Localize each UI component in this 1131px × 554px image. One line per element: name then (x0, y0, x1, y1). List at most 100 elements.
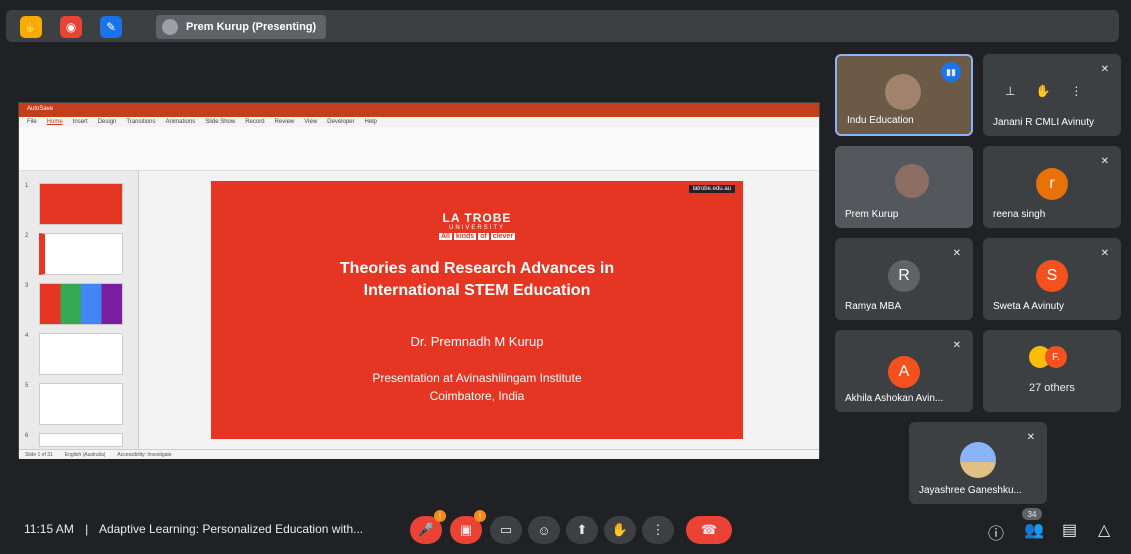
more-options-button[interactable]: ⋮ (642, 516, 674, 544)
ppt-ribbon-tabs: File Home Insert Design Transitions Anim… (19, 117, 819, 127)
tagline-kinds: kinds (453, 233, 477, 240)
speaking-icon: ▮▮ (941, 62, 961, 82)
main-slide: latrobe.edu.au LA TROBE UNIVERSITY All k… (211, 181, 743, 439)
mic-off-icon: ✕ (1100, 64, 1109, 75)
more-icon[interactable]: ⋮ (1070, 84, 1082, 98)
participant-name: Jayashree Ganeshku... (919, 485, 1022, 496)
logo-line1: LA TROBE (442, 211, 512, 225)
hand-icon[interactable]: ✋ (1035, 84, 1050, 98)
captions-button[interactable]: ▭ (490, 516, 522, 544)
avatar (960, 442, 996, 478)
ribbon-tab[interactable]: File (27, 119, 37, 125)
hang-up-icon: ☎ (700, 522, 718, 537)
edit-icon[interactable]: ✎ (100, 16, 122, 38)
participant-tile[interactable]: ✕ A Akhila Ashokan Avin... (835, 330, 973, 412)
slide-thumb[interactable] (39, 383, 123, 425)
thumb-number: 3 (25, 283, 29, 289)
mic-off-icon: ✕ (952, 340, 961, 351)
present-button[interactable]: ⬆ (566, 516, 598, 544)
ribbon-tab[interactable]: Help (365, 119, 377, 125)
leave-call-button[interactable]: ☎ (686, 516, 732, 544)
separator: | (85, 522, 89, 536)
more-vert-icon: ⋮ (651, 522, 665, 537)
ribbon-tab[interactable]: Insert (73, 119, 88, 125)
tile-controls: ⊥ ✋ ⋮ (1005, 84, 1082, 98)
ribbon-tab[interactable]: View (304, 119, 317, 125)
tagline-clever: clever (490, 233, 516, 240)
ribbon-tab[interactable]: Developer (327, 119, 354, 125)
record-icon[interactable]: ◉ (60, 16, 82, 38)
thumb-number: 1 (25, 183, 29, 189)
presenter-label: Prem Kurup (Presenting) (186, 21, 317, 33)
camera-button[interactable]: ▣ ! (450, 510, 486, 544)
accessibility-status[interactable]: Accessibility: Investigate (117, 452, 171, 458)
participant-tile[interactable]: ▮▮ Indu Education (835, 54, 973, 136)
tagline-all: All (438, 233, 452, 240)
participant-tile[interactable]: ✕ Jayashree Ganeshku... (909, 422, 1047, 504)
mic-button[interactable]: 🎤 ! (410, 510, 446, 544)
participant-tile[interactable]: ✕ R Ramya MBA (835, 238, 973, 320)
participant-tile[interactable]: Prem Kurup (835, 146, 973, 228)
others-tile[interactable]: F. 27 others (983, 330, 1121, 412)
ribbon-tab[interactable]: Slide Show (205, 119, 235, 125)
participant-tile[interactable]: ✕ ⊥ ✋ ⋮ Janani R CMLI Avinuty (983, 54, 1121, 136)
participant-tile[interactable]: ✕ r reena singh (983, 146, 1121, 228)
participant-name: reena singh (993, 209, 1046, 220)
participant-name: Sweta A Avinuty (993, 301, 1064, 312)
captions-icon: ▭ (499, 522, 513, 537)
hand-icon: ✋ (611, 522, 629, 537)
raise-hand-button[interactable]: ✋ (604, 516, 636, 544)
presenter-chip[interactable]: Prem Kurup (Presenting) (156, 15, 327, 39)
ribbon-tab[interactable]: Design (98, 119, 117, 125)
ribbon-tab[interactable]: Review (275, 119, 295, 125)
present-icon: ⬆ (576, 522, 588, 537)
thumb-number: 5 (25, 383, 29, 389)
slide-title-line2: International STEM Education (363, 282, 591, 299)
participant-count-badge: 34 (1022, 508, 1042, 520)
participant-name: Janani R CMLI Avinuty (993, 117, 1094, 128)
mic-warning-badge: ! (434, 510, 446, 522)
others-count: 27 others (1029, 382, 1075, 394)
slide-thumb[interactable] (39, 183, 123, 225)
activities-icon[interactable]: △ (1098, 520, 1110, 540)
video-feed (885, 74, 921, 110)
participant-tile[interactable]: ✕ S Sweta A Avinuty (983, 238, 1121, 320)
ppt-title-bar: AutoSave (19, 103, 819, 117)
slide-thumb[interactable] (39, 233, 123, 275)
camera-off-icon: ▣ (459, 522, 473, 537)
avatar: S (1036, 260, 1068, 292)
slide-thumb[interactable] (39, 333, 123, 375)
slide-thumb[interactable] (39, 283, 123, 325)
slide-thumbnails: 1 2 3 4 5 6 (19, 171, 139, 449)
meeting-info: 11:15 AM | Adaptive Learning: Personaliz… (24, 522, 363, 536)
hand-wave-icon[interactable]: ✋ (20, 16, 42, 38)
participant-name: Prem Kurup (845, 209, 899, 220)
top-bar: ✋ ◉ ✎ Prem Kurup (Presenting) (6, 10, 1119, 42)
presenter-avatar (162, 19, 178, 35)
autosave-label: AutoSave (27, 106, 54, 112)
people-icon[interactable]: 👥 (1024, 520, 1044, 540)
ribbon-tab[interactable]: Home (47, 119, 63, 125)
mic-off-icon: ✕ (1100, 156, 1109, 167)
participant-name: Akhila Ashokan Avin... (845, 393, 944, 404)
thumb-number: 6 (25, 433, 29, 439)
avatar: r (1036, 168, 1068, 200)
ppt-ribbon (19, 127, 819, 171)
others-avatar-initial: F. (1045, 346, 1067, 368)
camera-warning-badge: ! (474, 510, 486, 522)
emoji-button[interactable]: ☺ (528, 516, 560, 544)
language-status: English (Australia) (64, 451, 106, 458)
ribbon-tab[interactable]: Transitions (126, 119, 155, 125)
slide-presentation-line2: Coimbatore, India (429, 389, 525, 403)
ribbon-tab[interactable]: Record (245, 119, 264, 125)
info-icon[interactable]: ⓘ (988, 520, 1004, 544)
meeting-title: Adaptive Learning: Personalized Educatio… (98, 522, 364, 536)
slide-presentation-line1: Presentation at Avinashilingam Institute (372, 371, 582, 385)
participant-name: Ramya MBA (845, 301, 902, 312)
slide-thumb[interactable] (39, 433, 123, 447)
chat-icon[interactable]: ▤ (1062, 520, 1077, 540)
pin-icon[interactable]: ⊥ (1005, 84, 1015, 98)
ribbon-tab[interactable]: Animations (166, 119, 196, 125)
ppt-status-bar: Slide 1 of 31 English (Australia) Access… (19, 449, 819, 459)
mic-off-icon: ✕ (1026, 432, 1035, 443)
